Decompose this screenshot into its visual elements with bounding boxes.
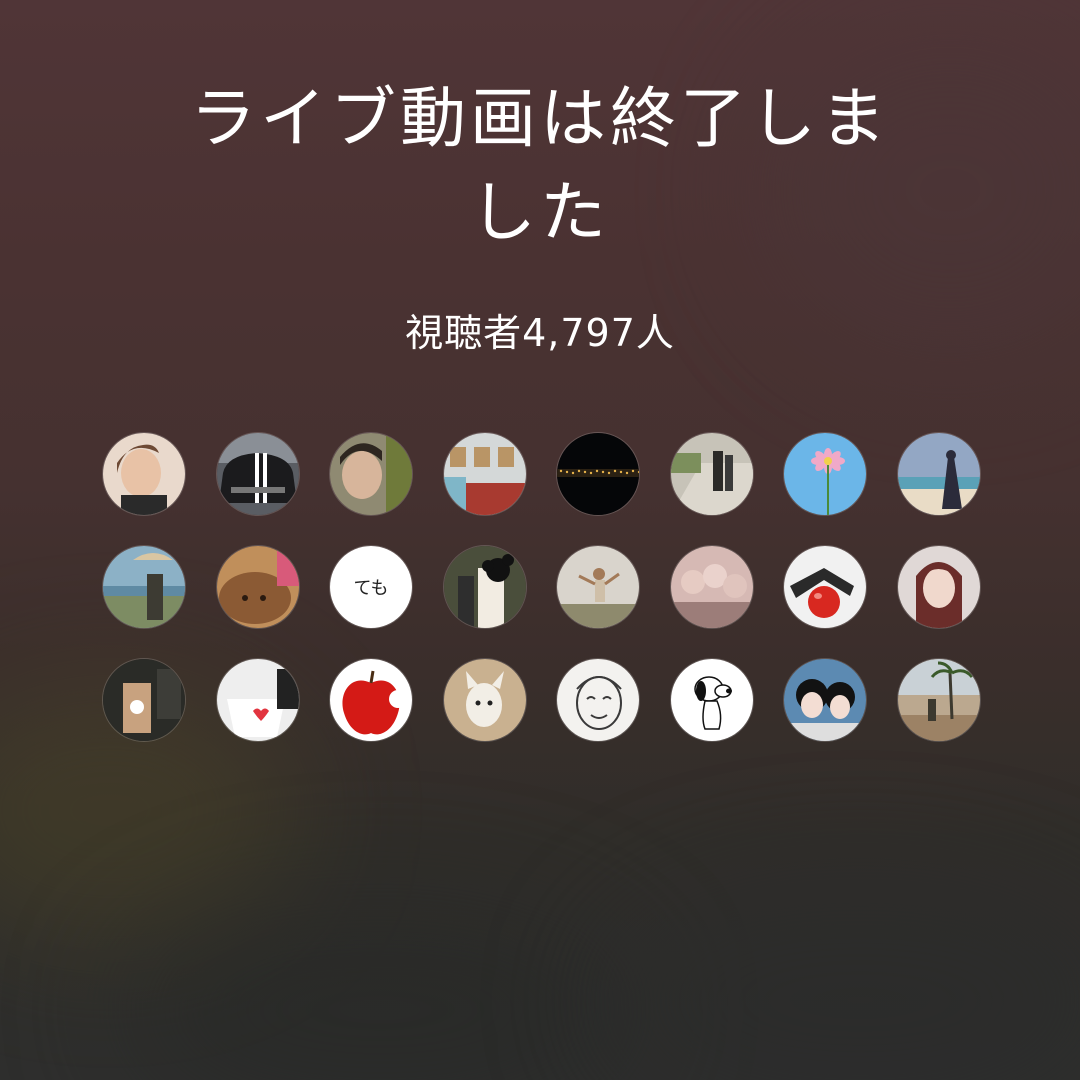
background-blur [600,880,1080,1080]
viewer-avatar[interactable] [783,658,867,742]
viewer-avatar[interactable] [442,658,527,742]
red-apple-icon [330,659,412,741]
snoopy-icon [670,659,753,741]
cafe-interior-icon [443,433,526,515]
viewer-avatar[interactable] [102,545,186,629]
viewer-avatar[interactable] [896,658,981,742]
palm-tree-man-icon [897,659,980,741]
background-blur [120,900,640,1080]
viewer-count: 視聴者4,797人 [405,311,675,355]
viewer-avatar[interactable]: ても [329,545,413,629]
live-ended-title-line1: ライブ動画は終了しま [190,80,890,157]
woman-jumping-icon [557,546,639,628]
viewer-avatar[interactable] [215,658,300,742]
woman-portrait-icon [103,433,185,515]
viewer-avatar-grid: ても [102,432,982,742]
viewer-avatar[interactable] [442,545,527,629]
viewer-avatar[interactable] [556,545,640,629]
viewer-avatar[interactable] [783,545,867,629]
black-car-icon [216,433,299,515]
pink-flower-sky-icon [784,433,866,515]
viewer-avatar[interactable] [896,545,981,629]
viewer-avatar[interactable] [102,432,186,516]
live-ended-screen: ライブ動画は終了しま した 視聴者4,797人 ても [0,0,1080,1080]
viewer-avatar[interactable] [783,432,867,516]
viewer-avatar[interactable] [329,658,413,742]
cafe-drink-icon [103,659,185,741]
viewer-avatar[interactable] [215,432,300,516]
night-city-icon [557,433,639,515]
live-ended-title-line2: した [470,174,610,251]
white-dog-icon [443,659,526,741]
viewer-avatar[interactable] [669,432,754,516]
sketch-face-icon [557,659,639,741]
live-ended-title: ライブ動画は終了しま した [140,72,940,260]
beach-woman-icon [897,433,980,515]
viewer-avatar[interactable] [102,658,186,742]
woman-red-hair-icon [897,546,980,628]
white-cup-icon [216,659,299,741]
viewer-avatar[interactable] [896,432,981,516]
woman-selfie-icon [330,433,412,515]
red-ball-icon [784,546,866,628]
avatar-text: ても [353,578,389,599]
viewer-avatar[interactable] [556,658,640,742]
woman-character-icon [443,546,526,628]
viewer-avatar[interactable] [329,432,413,516]
friends-group-icon [670,546,753,628]
viewer-avatar[interactable] [669,545,754,629]
couple-walkway-icon [670,433,753,515]
viewer-avatar[interactable] [215,545,300,629]
viewer-avatar[interactable] [556,432,640,516]
seaside-umbrella-icon [103,546,185,628]
poodle-dog-icon [216,546,299,628]
two-girls-selfie-icon [784,659,866,741]
viewer-avatar[interactable] [442,432,527,516]
viewer-avatar[interactable] [669,658,754,742]
